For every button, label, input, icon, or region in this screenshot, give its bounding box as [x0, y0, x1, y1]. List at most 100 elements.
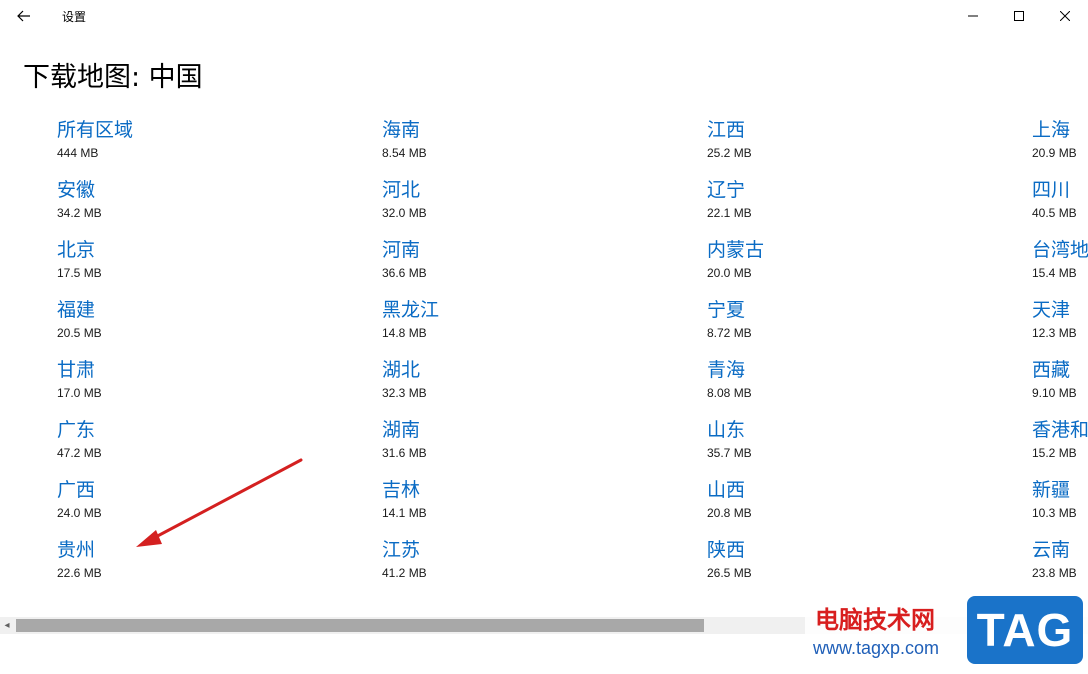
- region-size: 8.54 MB: [382, 146, 427, 160]
- region-name[interactable]: 西藏: [1032, 356, 1070, 384]
- region-name[interactable]: 广西: [57, 476, 95, 504]
- watermark-badge: TAG: [967, 596, 1083, 664]
- region-name[interactable]: 内蒙古: [707, 236, 764, 264]
- region-name[interactable]: 新疆: [1032, 476, 1070, 504]
- region-item[interactable]: 上海 20.9 MB: [1032, 116, 1088, 174]
- region-name[interactable]: 陕西: [707, 536, 745, 564]
- region-item[interactable]: 西藏 9.10 MB: [1032, 356, 1088, 414]
- region-item[interactable]: 河北 32.0 MB: [382, 176, 682, 234]
- region-size: 26.5 MB: [707, 566, 752, 580]
- region-item[interactable]: 甘肃 17.0 MB: [57, 356, 357, 414]
- region-name[interactable]: 安徽: [57, 176, 95, 204]
- region-name[interactable]: 辽宁: [707, 176, 745, 204]
- region-name[interactable]: 所有区域: [57, 116, 133, 144]
- watermark-badge-text: TAG: [976, 604, 1074, 656]
- region-item[interactable]: 北京 17.5 MB: [57, 236, 357, 294]
- region-name[interactable]: 海南: [382, 116, 420, 144]
- region-name[interactable]: 河南: [382, 236, 420, 264]
- minimize-button[interactable]: [950, 0, 996, 32]
- region-size: 41.2 MB: [382, 566, 427, 580]
- region-name[interactable]: 福建: [57, 296, 95, 324]
- region-size: 22.6 MB: [57, 566, 102, 580]
- title-bar: 设置: [0, 0, 1088, 32]
- page-title: 下载地图: 中国: [23, 62, 203, 93]
- region-size: 12.3 MB: [1032, 326, 1077, 340]
- region-name[interactable]: 吉林: [382, 476, 420, 504]
- region-size: 20.9 MB: [1032, 146, 1077, 160]
- region-name[interactable]: 湖南: [382, 416, 420, 444]
- region-item[interactable]: 天津 12.3 MB: [1032, 296, 1088, 354]
- region-item[interactable]: 香港和 15.2 MB: [1032, 416, 1088, 474]
- region-name[interactable]: 黑龙江: [382, 296, 439, 324]
- region-name[interactable]: 甘肃: [57, 356, 95, 384]
- close-icon: [1060, 11, 1070, 21]
- region-name[interactable]: 江苏: [382, 536, 420, 564]
- region-item[interactable]: 所有区域 444 MB: [57, 116, 357, 174]
- window-title: 设置: [62, 10, 87, 24]
- region-item[interactable]: 湖南 31.6 MB: [382, 416, 682, 474]
- region-name[interactable]: 四川: [1032, 176, 1070, 204]
- region-item[interactable]: 吉林 14.1 MB: [382, 476, 682, 534]
- region-name[interactable]: 江西: [707, 116, 745, 144]
- region-name[interactable]: 北京: [57, 236, 95, 264]
- scroll-thumb[interactable]: [16, 619, 704, 632]
- region-size: 10.3 MB: [1032, 506, 1077, 520]
- region-item[interactable]: 山东 35.7 MB: [707, 416, 1007, 474]
- region-name[interactable]: 山西: [707, 476, 745, 504]
- region-size: 17.5 MB: [57, 266, 102, 280]
- region-item[interactable]: 四川 40.5 MB: [1032, 176, 1088, 234]
- region-item[interactable]: 安徽 34.2 MB: [57, 176, 357, 234]
- region-item[interactable]: 内蒙古 20.0 MB: [707, 236, 1007, 294]
- region-size: 14.8 MB: [382, 326, 427, 340]
- region-name[interactable]: 天津: [1032, 296, 1070, 324]
- region-item[interactable]: 山西 20.8 MB: [707, 476, 1007, 534]
- region-name[interactable]: 宁夏: [707, 296, 745, 324]
- region-size: 32.0 MB: [382, 206, 427, 220]
- region-item[interactable]: 湖北 32.3 MB: [382, 356, 682, 414]
- region-size: 20.5 MB: [57, 326, 102, 340]
- region-item[interactable]: 海南 8.54 MB: [382, 116, 682, 174]
- close-button[interactable]: [1042, 0, 1088, 32]
- region-item[interactable]: 江苏 41.2 MB: [382, 536, 682, 594]
- region-size: 20.0 MB: [707, 266, 752, 280]
- region-size: 35.7 MB: [707, 446, 752, 460]
- region-size: 22.1 MB: [707, 206, 752, 220]
- region-name[interactable]: 山东: [707, 416, 745, 444]
- watermark-url: www.tagxp.com: [813, 638, 940, 658]
- region-name[interactable]: 广东: [57, 416, 95, 444]
- region-name[interactable]: 河北: [382, 176, 420, 204]
- region-size: 23.8 MB: [1032, 566, 1077, 580]
- maximize-button[interactable]: [996, 0, 1042, 32]
- minimize-icon: [968, 15, 978, 17]
- region-item[interactable]: 新疆 10.3 MB: [1032, 476, 1088, 534]
- region-size: 444 MB: [57, 146, 99, 160]
- region-item[interactable]: 宁夏 8.72 MB: [707, 296, 1007, 354]
- region-name[interactable]: 香港和: [1032, 416, 1088, 444]
- region-size: 9.10 MB: [1032, 386, 1077, 400]
- region-size: 32.3 MB: [382, 386, 427, 400]
- region-size: 17.0 MB: [57, 386, 102, 400]
- region-size: 36.6 MB: [382, 266, 427, 280]
- region-item[interactable]: 陕西 26.5 MB: [707, 536, 1007, 594]
- region-item[interactable]: 河南 36.6 MB: [382, 236, 682, 294]
- region-name[interactable]: 上海: [1032, 116, 1070, 144]
- back-button[interactable]: [8, 2, 40, 30]
- region-item[interactable]: 青海 8.08 MB: [707, 356, 1007, 414]
- region-name[interactable]: 台湾地: [1032, 236, 1088, 264]
- region-name[interactable]: 贵州: [57, 536, 95, 564]
- region-item[interactable]: 台湾地 15.4 MB: [1032, 236, 1088, 294]
- region-size: 8.72 MB: [707, 326, 752, 340]
- region-name[interactable]: 湖北: [382, 356, 420, 384]
- region-item[interactable]: 黑龙江 14.8 MB: [382, 296, 682, 354]
- region-size: 40.5 MB: [1032, 206, 1077, 220]
- region-name[interactable]: 青海: [707, 356, 745, 384]
- region-item[interactable]: 辽宁 22.1 MB: [707, 176, 1007, 234]
- maximize-icon: [1014, 11, 1024, 21]
- region-item[interactable]: 云南 23.8 MB: [1032, 536, 1088, 594]
- region-item[interactable]: 江西 25.2 MB: [707, 116, 1007, 174]
- annotation-arrow-icon: [136, 458, 303, 547]
- region-name[interactable]: 云南: [1032, 536, 1070, 564]
- scroll-left-icon[interactable]: ◂: [0, 617, 14, 634]
- region-size: 14.1 MB: [382, 506, 427, 520]
- region-item[interactable]: 福建 20.5 MB: [57, 296, 357, 354]
